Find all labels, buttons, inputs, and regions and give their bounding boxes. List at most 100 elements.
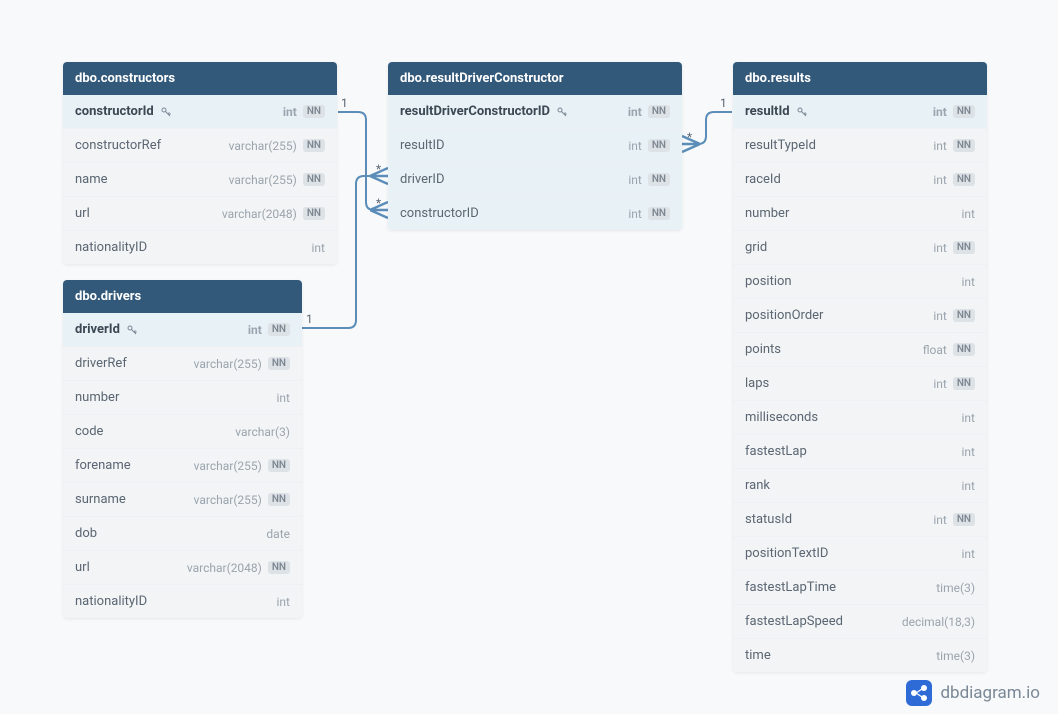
column-meta: int <box>962 547 975 561</box>
column-meta: int <box>962 479 975 493</box>
column-name-text: laps <box>745 376 769 391</box>
column-name: grid <box>745 240 767 255</box>
table-row[interactable]: nationalityID int <box>63 585 302 618</box>
table-row[interactable]: raceIdintNN <box>733 163 987 197</box>
table-row[interactable]: driverRefvarchar(255)NN <box>63 347 302 381</box>
key-icon <box>126 324 138 336</box>
column-name-text: driverID <box>400 172 444 187</box>
diagram-canvas[interactable]: 1 * 1 * 1 * dbo.constructorsconstructorI… <box>0 0 1058 714</box>
column-type: int <box>962 479 975 493</box>
column-name-text: points <box>745 342 781 357</box>
column-name-text: positionOrder <box>745 308 823 323</box>
column-meta: varchar(2048)NN <box>222 207 325 221</box>
not-null-badge: NN <box>268 493 290 506</box>
cardinality-label: * <box>376 162 381 176</box>
table-row[interactable]: resultDriverConstructorID int NN <box>388 95 682 129</box>
table-row[interactable]: urlvarchar(2048)NN <box>63 551 302 585</box>
table-row[interactable]: positionTextIDint <box>733 537 987 571</box>
table-row[interactable]: numberint <box>733 197 987 231</box>
table-row[interactable]: constructorIDintNN <box>388 197 682 230</box>
table-row[interactable]: forenamevarchar(255)NN <box>63 449 302 483</box>
column-name: milliseconds <box>745 410 818 425</box>
column-name-text: grid <box>745 240 767 255</box>
column-meta: varchar(2048)NN <box>187 561 290 575</box>
column-meta: int <box>312 241 325 255</box>
table-row[interactable]: constructorRefvarchar(255)NN <box>63 129 337 163</box>
table-row[interactable]: resultTypeId intNN <box>733 129 987 163</box>
table-row[interactable]: driverIDintNN <box>388 163 682 197</box>
column-meta: intNN <box>933 241 975 255</box>
table-row[interactable]: pointsfloatNN <box>733 333 987 367</box>
column-name-text: code <box>75 424 103 439</box>
column-name: driverId <box>75 322 138 337</box>
column-type: int <box>283 105 297 119</box>
column-type: varchar(255) <box>194 357 262 371</box>
column-name: nationalityID <box>75 594 147 609</box>
table-row[interactable]: resultIDintNN <box>388 129 682 163</box>
table-row[interactable]: namevarchar(255)NN <box>63 163 337 197</box>
watermark: dbdiagram.io <box>906 680 1040 706</box>
table-row[interactable]: dobdate <box>63 517 302 551</box>
column-name: fastestLap <box>745 444 807 459</box>
table-row[interactable]: urlvarchar(2048)NN <box>63 197 337 231</box>
table-row[interactable]: fastestLap int <box>733 435 987 469</box>
dbdiagram-logo-icon <box>906 680 932 706</box>
not-null-badge: NN <box>268 323 290 336</box>
not-null-badge: NN <box>268 561 290 574</box>
column-name: resultTypeId <box>745 138 816 153</box>
column-type: int <box>933 513 946 527</box>
column-meta: int <box>962 275 975 289</box>
table-row[interactable]: positionOrder intNN <box>733 299 987 333</box>
column-type: varchar(255) <box>229 139 297 153</box>
column-meta: int <box>277 595 290 609</box>
table-resultDriverConstructor[interactable]: dbo.resultDriverConstructorresultDriverC… <box>388 62 682 230</box>
table-header[interactable]: dbo.constructors <box>63 62 337 95</box>
column-type: int <box>962 275 975 289</box>
table-drivers[interactable]: dbo.driversdriverIdintNNdriverRefvarchar… <box>63 280 302 618</box>
table-row[interactable]: driverIdintNN <box>63 313 302 347</box>
table-header[interactable]: dbo.drivers <box>63 280 302 313</box>
table-header[interactable]: dbo.results <box>733 62 987 95</box>
key-icon <box>556 106 568 118</box>
table-row[interactable]: lapsintNN <box>733 367 987 401</box>
not-null-badge: NN <box>268 459 290 472</box>
table-header[interactable]: dbo.resultDriverConstructor <box>388 62 682 95</box>
table-row[interactable]: positionint <box>733 265 987 299</box>
watermark-text: dbdiagram.io <box>940 683 1040 703</box>
table-row[interactable]: fastestLapTimetime(3) <box>733 571 987 605</box>
column-name: raceId <box>745 172 781 187</box>
table-row[interactable]: nationalityIDint <box>63 231 337 264</box>
column-name-text: name <box>75 172 108 187</box>
table-row[interactable]: fastestLapSpeeddecimal(18,3) <box>733 605 987 639</box>
column-name-text: fastestLapTime <box>745 580 836 595</box>
column-name: points <box>745 342 781 357</box>
column-name: dob <box>75 526 97 541</box>
table-row[interactable]: grid intNN <box>733 231 987 265</box>
column-meta: intNN <box>933 309 975 323</box>
column-type: int <box>628 105 642 119</box>
table-row[interactable]: resultIdintNN <box>733 95 987 129</box>
column-meta: intNN <box>933 139 975 153</box>
table-row[interactable]: constructorIdintNN <box>63 95 337 129</box>
column-meta: int <box>962 411 975 425</box>
table-row[interactable]: codevarchar(3) <box>63 415 302 449</box>
column-name-text: time <box>745 648 771 663</box>
table-results[interactable]: dbo.resultsresultIdintNNresultTypeIdintN… <box>733 62 987 672</box>
column-type: int <box>277 391 290 405</box>
table-row[interactable]: numberint <box>63 381 302 415</box>
column-name: statusId <box>745 512 792 527</box>
column-name: positionOrder <box>745 308 823 323</box>
table-constructors[interactable]: dbo.constructorsconstructorIdintNNconstr… <box>63 62 337 264</box>
table-row[interactable]: statusId intNN <box>733 503 987 537</box>
table-row[interactable]: milliseconds int <box>733 401 987 435</box>
cardinality-label: 1 <box>341 96 348 110</box>
column-meta: int <box>962 445 975 459</box>
table-row[interactable]: surnamevarchar(255)NN <box>63 483 302 517</box>
table-row[interactable]: rankint <box>733 469 987 503</box>
not-null-badge: NN <box>953 343 975 356</box>
column-name-text: resultDriverConstructorID <box>400 104 550 119</box>
column-meta: intNN <box>933 513 975 527</box>
not-null-badge: NN <box>648 105 670 118</box>
table-row[interactable]: timetime(3) <box>733 639 987 672</box>
column-type: int <box>628 139 641 153</box>
